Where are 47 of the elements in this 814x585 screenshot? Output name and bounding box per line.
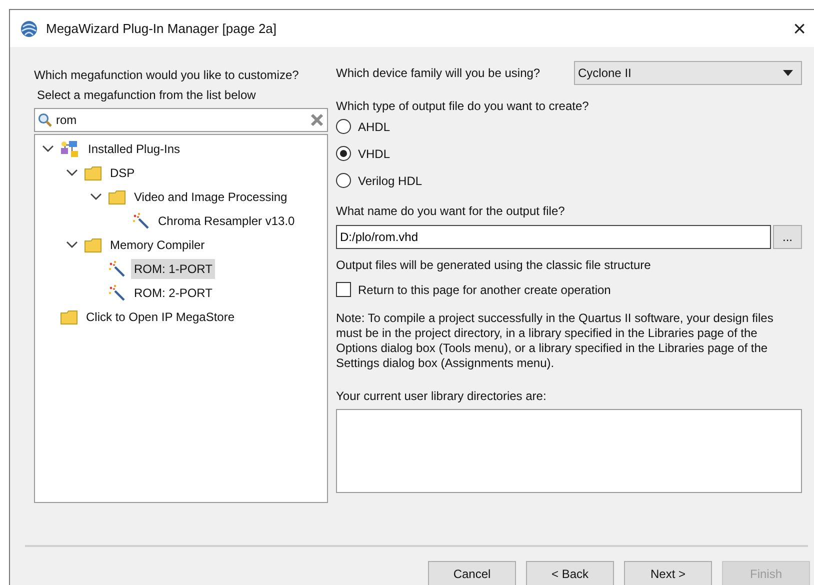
field-label: What name do you want for the output file?: [336, 204, 566, 218]
radio-button[interactable]: [336, 146, 351, 161]
device-dropdown[interactable]: Cyclone II: [574, 61, 802, 85]
file-name-field[interactable]: D:/plo/rom.vhd: [336, 225, 771, 249]
search-field[interactable]: rom: [34, 108, 328, 132]
radio-button[interactable]: [336, 173, 351, 188]
field-label: Which device family will you be using?: [336, 66, 540, 80]
clear-icon: [310, 113, 324, 127]
checkbox-label[interactable]: Return to this page for another create operation: [358, 282, 611, 296]
wand-icon: [108, 260, 126, 278]
wand-icon: [132, 212, 150, 230]
wizard-button[interactable]: < Back: [526, 561, 614, 585]
tree-item[interactable]: Installed Plug-Ins: [85, 139, 184, 159]
tree-item[interactable]: DSP: [107, 163, 138, 183]
search-icon: [38, 113, 52, 127]
wizard-button[interactable]: Cancel: [428, 561, 516, 585]
tree-item[interactable]: ROM: 2-PORT: [131, 283, 216, 303]
close-button[interactable]: ×: [785, 16, 814, 42]
note-text: Note: To compile a project successfully in the Quartus II software, your design files must be in the project directory, in a library specified in the Libraries page of the Options dialog box (Tools menu), or a library specified in the Libraries page of the Settings dialog box (Assignments menu).: [336, 311, 774, 371]
tree-item[interactable]: ROM: 1-PORT: [131, 259, 216, 279]
info-text: Output files will be generated using the classic file structure: [336, 258, 652, 272]
radio-label[interactable]: AHDL: [358, 120, 390, 134]
dropdown-arrow-icon: [783, 70, 793, 76]
prompt-text: Which megafunction would you like to customize?: [34, 68, 300, 82]
tree-item[interactable]: Memory Compiler: [107, 235, 208, 255]
hint-text: Select a megafunction from the list below: [37, 88, 257, 102]
field-label: Your current user library directories are:: [336, 389, 548, 403]
checkbox[interactable]: [336, 282, 351, 297]
wizard-button[interactable]: Next >: [624, 561, 712, 585]
tree-item[interactable]: Video and Image Processing: [131, 187, 290, 207]
wand-icon: [108, 284, 126, 302]
radio-label[interactable]: Verilog HDL: [358, 174, 422, 188]
tree-item[interactable]: Click to Open IP MegaStore: [83, 307, 238, 327]
clear-button[interactable]: [310, 113, 324, 127]
folder-icon: [108, 190, 126, 204]
radio-button[interactable]: [336, 119, 351, 134]
plugin-icon: [60, 140, 80, 158]
browse-button[interactable]: ...: [773, 225, 802, 249]
globe-icon: [20, 20, 38, 38]
tree-item[interactable]: Chroma Resampler v13.0: [155, 211, 298, 231]
folder-icon: [84, 238, 102, 252]
library-list[interactable]: [336, 409, 802, 493]
window-title: MegaWizard Plug-In Manager [page 2a]: [46, 21, 278, 36]
field-label: Which type of output file do you want to create?: [336, 99, 590, 113]
radio-label[interactable]: VHDL: [358, 146, 390, 160]
folder-icon: [84, 166, 102, 180]
folder-icon: [60, 310, 78, 324]
